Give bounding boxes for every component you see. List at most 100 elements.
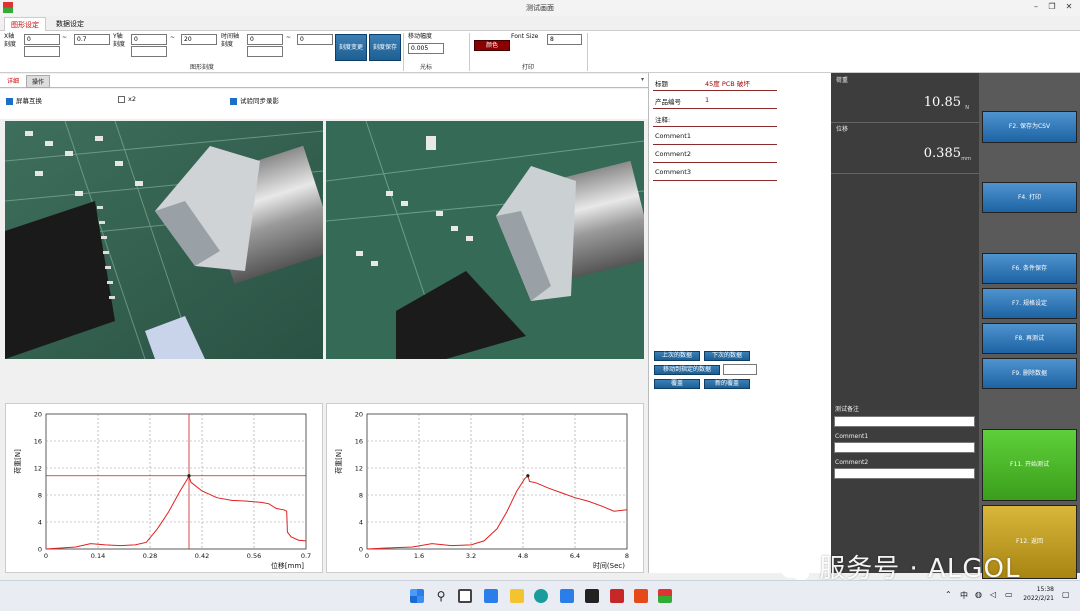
store-icon[interactable] [585, 589, 599, 603]
x-tick-label: 0.28 [143, 552, 157, 560]
move-to-data-button[interactable]: 移动到指定的数据 [654, 365, 720, 375]
font-size-label: Font Size [511, 33, 539, 40]
comment2-row[interactable]: Comment2 [653, 147, 777, 163]
x-tick-label: 0.56 [247, 552, 261, 560]
t-extra-input[interactable] [247, 46, 283, 57]
f2-save-csv-button[interactable]: F2. 保存为CSV [982, 111, 1077, 143]
task-view-icon[interactable] [458, 589, 472, 603]
options-bar: 屏幕互换 x2 试验同步录影 [0, 89, 648, 119]
comment1-input[interactable] [834, 442, 975, 453]
restore-icon[interactable]: ❐ [1046, 1, 1058, 13]
x-tick-label: 0.14 [91, 552, 105, 560]
t-max-input[interactable] [297, 34, 333, 45]
tab-data-settings[interactable]: 数据设定 [50, 17, 90, 31]
disp-unit: mm [961, 156, 971, 162]
load-unit: N [965, 105, 969, 111]
color-button[interactable]: 颜色 [474, 40, 510, 51]
x-tilde: ~ [62, 34, 68, 41]
clock-date[interactable]: 2022/2/21 [1020, 595, 1054, 602]
t-min-input[interactable] [247, 34, 283, 45]
x-axis-label: 位移[mm] [271, 561, 304, 570]
scale-change-button[interactable]: 刻度变更 [335, 34, 367, 61]
sync-record-checkbox[interactable]: 试验同步录影 [230, 95, 279, 105]
product-value[interactable]: 1 [705, 96, 709, 104]
x2-label: x2 [128, 95, 136, 103]
next-data-button[interactable]: 下次的数据 [704, 351, 750, 361]
load-displacement-svg: 0 0.14 0.28 0.42 0.56 0.7 0 4 8 12 16 20 位移[mm] 荷重[N] [13, 411, 311, 571]
subtab-detail[interactable]: 详细 [2, 75, 24, 86]
disp-value: 0.385 [923, 146, 961, 161]
time-axis-label: 时间轴 刻度 [221, 33, 240, 48]
x-axis-label: 时间(Sec) [593, 561, 625, 570]
search-icon[interactable]: ⚲ [434, 589, 448, 603]
tab-graph-settings[interactable]: 图形设定 [4, 17, 46, 31]
close-icon[interactable]: ✕ [1063, 1, 1075, 13]
y-min-input[interactable] [131, 34, 167, 45]
notification-icon[interactable]: ▢ [1062, 590, 1070, 599]
comment3-row[interactable]: Comment3 [653, 165, 777, 181]
sub-tabs: 详细 操作 ▾ [0, 74, 648, 88]
mail-icon[interactable] [560, 589, 574, 603]
network-icon[interactable]: ◍ [975, 590, 982, 599]
test-note-input[interactable] [834, 416, 975, 427]
minimize-icon[interactable]: – [1030, 1, 1042, 13]
f6-condition-save-button[interactable]: F6. 条件保存 [982, 253, 1077, 284]
load-time-svg: 0 1.6 3.2 4.8 6.4 8 0 4 8 12 16 20 时间(Sec) 荷重[N] [334, 411, 629, 571]
x-max-input[interactable] [74, 34, 110, 45]
note-row[interactable]: 注释: [653, 111, 777, 127]
swap-screen-label: 屏幕互换 [16, 97, 42, 105]
chevron-up-icon[interactable]: ⌃ [945, 590, 952, 599]
x-axis-label: X轴 刻度 [4, 33, 17, 48]
f9-delete-data-button[interactable]: F9. 删除数据 [982, 358, 1077, 389]
f8-retest-button[interactable]: F8. 再测试 [982, 323, 1077, 354]
y-axis-label: Y轴 刻度 [113, 33, 126, 48]
x-min-input[interactable] [24, 34, 60, 45]
wps-icon[interactable] [634, 589, 648, 603]
scale-save-button[interactable]: 刻度保存 [369, 34, 401, 61]
taskbar: ⚲ ⌃ 中 ◍ ◁ ▭ 15:38 2022/2/21 ▢ [0, 580, 1080, 611]
f11-start-test-button[interactable]: F11. 开始测试 [982, 429, 1077, 501]
title-value[interactable]: 45度 PCB 破坏 [705, 78, 750, 88]
f4-print-button[interactable]: F4. 打印 [982, 182, 1077, 213]
prev-data-button[interactable]: 上次的数据 [654, 351, 700, 361]
f7-spec-settings-button[interactable]: F7. 规格设定 [982, 288, 1077, 319]
camera-image-left [5, 121, 323, 359]
x-tick-label: 0 [44, 552, 48, 560]
clock-time[interactable]: 15:38 [1030, 586, 1054, 593]
ribbon-divider [403, 33, 404, 71]
start-icon[interactable] [410, 589, 424, 603]
load-value: 10.85 [923, 95, 961, 110]
volume-icon[interactable]: ◁ [990, 590, 996, 599]
swap-screen-checkbox[interactable]: 屏幕互换 [6, 95, 42, 105]
new-overwrite-button[interactable]: 新的覆盖 [704, 379, 750, 389]
file-explorer-icon[interactable] [510, 589, 524, 603]
cursor-group-label: 光标 [420, 64, 433, 71]
move-step-label: 移动幅度 [408, 33, 433, 40]
comment2-input[interactable] [834, 468, 975, 479]
y-tick-label: 16 [34, 438, 42, 446]
move-step-input[interactable] [408, 43, 444, 54]
y-tick-label: 0 [359, 546, 363, 554]
y-tick-label: 8 [359, 492, 363, 500]
font-size-input[interactable] [547, 34, 582, 45]
x-extra-input[interactable] [24, 46, 60, 57]
mcafee-icon[interactable] [610, 589, 624, 603]
y-extra-input[interactable] [131, 46, 167, 57]
test-app-icon[interactable] [658, 589, 672, 603]
function-key-pane: F2. 保存为CSV F4. 打印 F6. 条件保存 F7. 规格设定 F8. … [979, 73, 1080, 579]
ime-lang[interactable]: 中 [960, 590, 968, 601]
data-index-input[interactable] [723, 364, 757, 375]
comment3-label: Comment3 [655, 168, 691, 176]
x-tick-label: 0.7 [301, 552, 311, 560]
y-tick-label: 16 [355, 438, 363, 446]
x-tick-label: 3.2 [466, 552, 476, 560]
subtab-operate[interactable]: 操作 [26, 75, 51, 88]
title-row: 标题 45度 PCB 破坏 [653, 75, 777, 91]
x2-checkbox[interactable]: x2 [118, 95, 136, 103]
comment1-row[interactable]: Comment1 [653, 129, 777, 145]
widgets-icon[interactable] [484, 589, 498, 603]
y-max-input[interactable] [181, 34, 217, 45]
battery-icon[interactable]: ▭ [1005, 590, 1013, 599]
edge-icon[interactable] [534, 589, 548, 603]
overwrite-button[interactable]: 覆盖 [654, 379, 700, 389]
